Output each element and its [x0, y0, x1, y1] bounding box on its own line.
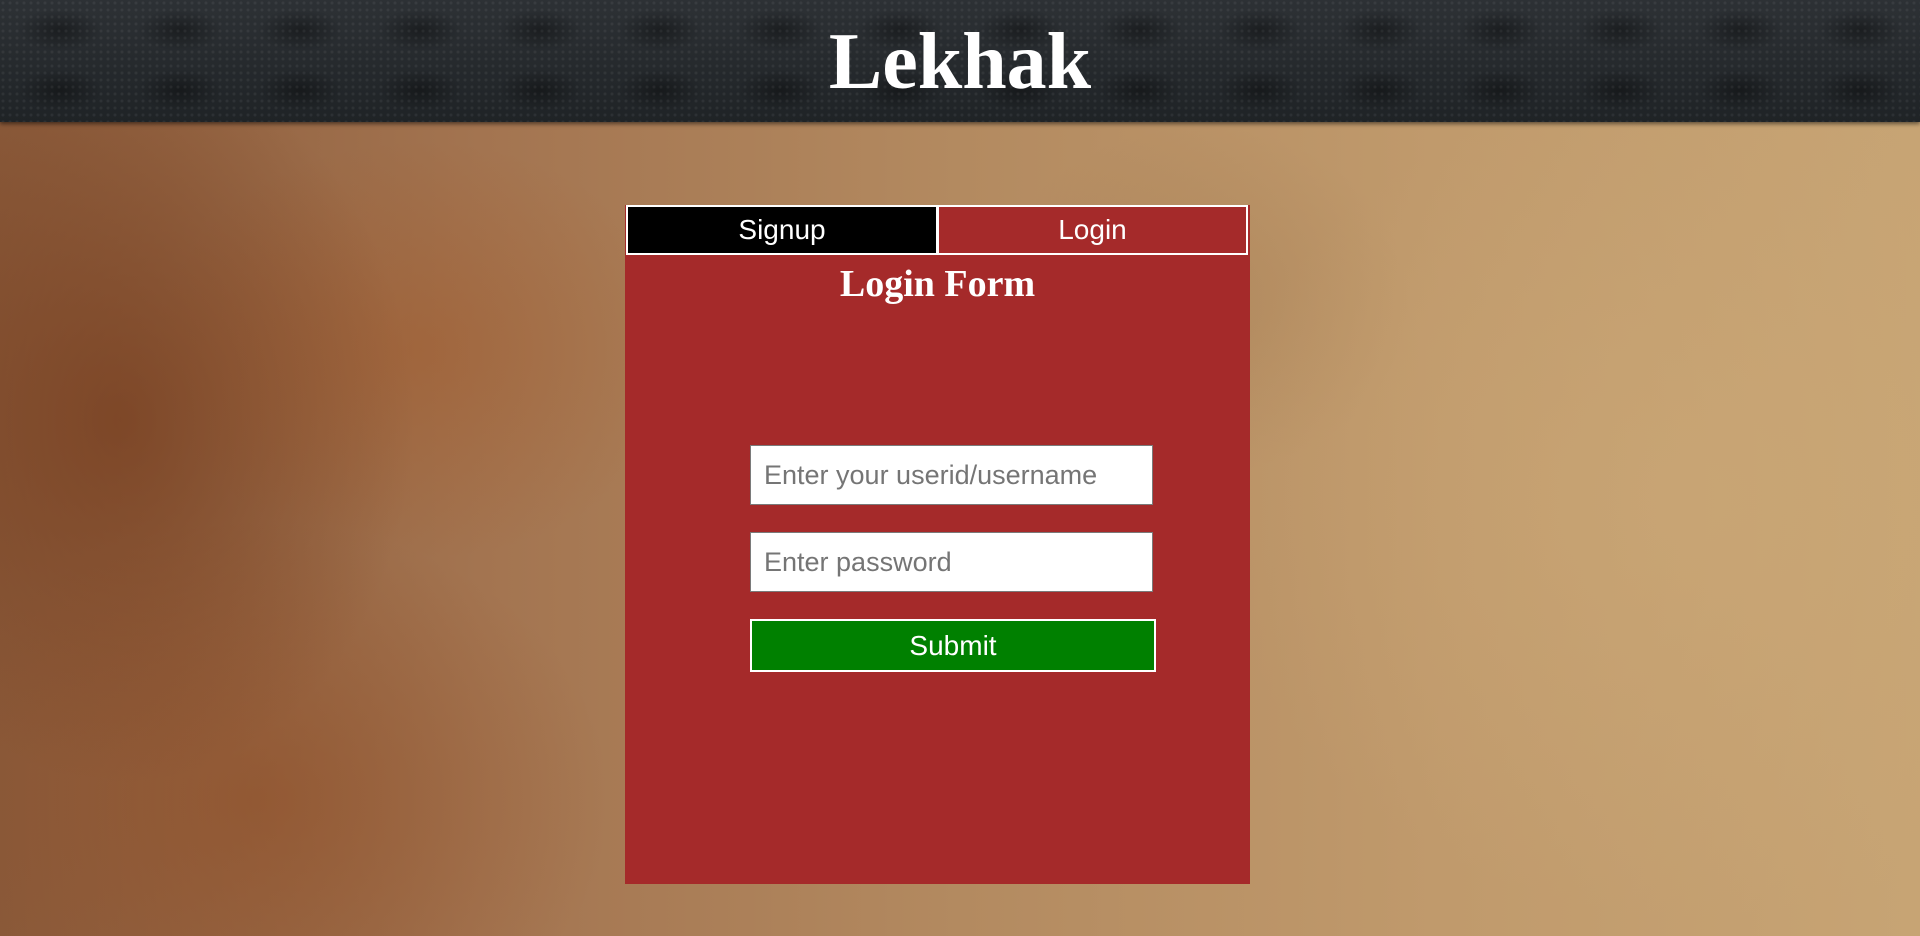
- auth-tabs: Signup Login: [625, 205, 1250, 259]
- site-header: Lekhak: [0, 0, 1920, 122]
- tab-signup[interactable]: Signup: [626, 205, 938, 255]
- tab-login[interactable]: Login: [937, 205, 1248, 255]
- auth-panel: Signup Login Login Form Submit: [625, 205, 1250, 884]
- username-input[interactable]: [750, 445, 1153, 505]
- submit-button[interactable]: Submit: [750, 619, 1156, 672]
- password-input[interactable]: [750, 532, 1153, 592]
- form-title: Login Form: [839, 263, 1036, 305]
- site-title: Lekhak: [828, 18, 1092, 106]
